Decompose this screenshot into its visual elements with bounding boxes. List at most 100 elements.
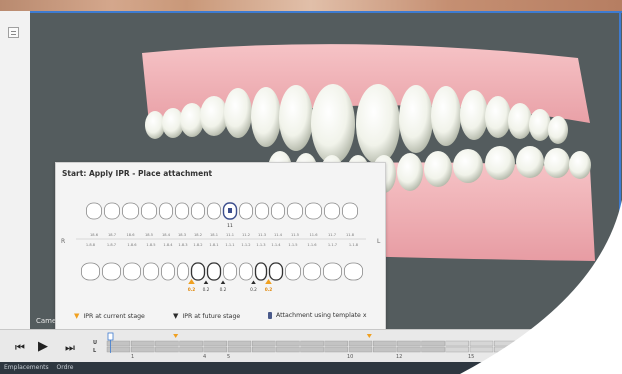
upper-tooth-outline xyxy=(255,202,269,220)
lower-tooth-outline xyxy=(285,262,301,281)
tick-label: 4 xyxy=(203,354,207,360)
stage-cell xyxy=(300,346,324,353)
stage-cell xyxy=(397,346,421,353)
status-item-emplacements[interactable]: Emplacements xyxy=(4,364,49,371)
stage-cell xyxy=(276,346,300,353)
stage-cell xyxy=(130,346,155,353)
lower-tooth-code: 1.1.8 xyxy=(349,243,359,247)
tick-label: 1 xyxy=(131,354,135,360)
legend-current-label: IPR at current stage xyxy=(83,312,145,320)
upper-tooth-outline xyxy=(342,202,358,220)
lower-tooth-outline xyxy=(81,262,100,281)
camera-label: Came xyxy=(36,317,57,325)
upper-tooth-code: 18.3 xyxy=(178,233,186,237)
stage-cell xyxy=(251,346,276,353)
lower-tooth-code: 1.1.1 xyxy=(225,243,234,247)
panel-toggle-icon[interactable] xyxy=(8,27,19,38)
stage-cell xyxy=(421,346,445,353)
ipr-current-marker xyxy=(188,279,195,284)
top-image-strip xyxy=(0,0,622,11)
stage-cell xyxy=(130,340,155,347)
lower-tooth-code: 1.1.3 xyxy=(256,243,265,247)
stage-cell xyxy=(203,346,228,353)
stage-cell xyxy=(373,346,397,353)
lower-tooth-code: 1.8.2 xyxy=(193,243,202,247)
upper-tooth-outline xyxy=(86,202,102,220)
side-label-right: R xyxy=(61,238,65,245)
lower-tooth-code: 1.1.7 xyxy=(328,243,337,247)
stage-cell xyxy=(155,346,179,353)
stage-cell xyxy=(494,340,518,347)
legend-future-label: IPR at future stage xyxy=(182,312,241,320)
stage-cell xyxy=(276,340,300,347)
upper-tooth-code: 11.4 xyxy=(274,233,283,237)
lower-tooth-outline xyxy=(323,262,342,281)
ipr-stage-marker xyxy=(173,334,179,338)
upper-tooth-outline xyxy=(271,202,285,220)
left-tool-strip xyxy=(0,11,31,329)
upper-tooth-code: 18.5 xyxy=(145,233,153,237)
upper-tooth-outline xyxy=(104,202,120,220)
stage-timeline: ⏮ ▶ ⏭ U L 1 4 5 10 12 15 xyxy=(0,329,622,362)
upper-tooth-code: 11.7 xyxy=(328,233,336,237)
upper-tooth-outline xyxy=(122,202,139,220)
stage-cell xyxy=(518,346,542,353)
side-label-left: L xyxy=(377,238,381,245)
status-bar: Emplacements Ordre xyxy=(0,362,622,374)
ipr-current-marker xyxy=(265,279,272,284)
upper-tooth-outline xyxy=(191,202,205,220)
stage-cell xyxy=(397,340,421,347)
upper-tooth-outline xyxy=(175,202,189,220)
lower-tooth-outline xyxy=(268,262,284,281)
lower-tooth-outline xyxy=(303,262,321,281)
ipr-future-marker xyxy=(203,280,209,284)
lower-tooth-outline xyxy=(102,262,121,281)
legend-future: ▼ IPR at future stage xyxy=(173,312,240,320)
ipr-value-label: 0.2 xyxy=(250,287,257,293)
lower-tooth-code: 1.8.6 xyxy=(127,243,137,247)
upper-tooth-outline xyxy=(207,202,221,220)
stage-cell xyxy=(179,346,203,353)
upper-tooth-outline xyxy=(305,202,322,220)
highlighted-tooth-label: 11 xyxy=(227,223,233,229)
stage-cell xyxy=(445,346,469,353)
upper-tooth-outline xyxy=(287,202,303,220)
upper-tooth-code: 11.1 xyxy=(226,233,234,237)
ipr-future-icon: ▼ xyxy=(173,312,179,320)
stage-cell xyxy=(445,340,469,347)
tick-label: 15 xyxy=(468,354,475,360)
stage-cell xyxy=(324,340,348,347)
lower-tooth-code: 1.8.4 xyxy=(163,243,173,247)
lower-tooth-outline xyxy=(344,262,363,281)
stage-cell xyxy=(251,340,276,347)
timeline-track[interactable] xyxy=(0,330,622,363)
lower-tooth-outline xyxy=(190,262,206,281)
lower-tooth-outline xyxy=(254,262,268,281)
upper-tooth-code: 11.2 xyxy=(242,233,250,237)
ipr-value-label: 0.2 xyxy=(188,287,196,293)
stage-cell xyxy=(469,346,494,353)
status-item-ordre[interactable]: Ordre xyxy=(57,364,74,371)
lower-tooth-outline xyxy=(206,262,222,281)
lower-tooth-code: 1.1.6 xyxy=(307,243,317,247)
lower-tooth-outline xyxy=(223,262,237,281)
lower-tooth-code: 1.8.3 xyxy=(178,243,187,247)
lower-tooth-code: 1.8.5 xyxy=(146,243,155,247)
upper-tooth-outline xyxy=(141,202,157,220)
lower-tooth-code: 1.8.1 xyxy=(209,243,218,247)
playhead-handle xyxy=(107,332,114,341)
upper-tooth-outline xyxy=(159,202,173,220)
upper-tooth-code: 18.4 xyxy=(162,233,171,237)
stage-cell xyxy=(494,346,518,353)
stage-cell xyxy=(469,340,494,347)
tick-label: 5 xyxy=(227,354,231,360)
ipr-future-marker xyxy=(251,280,256,284)
tooth-chart: 11 18.6 18.7 18.6 18.5 18.4 18.3 18.2 18.1 11.1 11… xyxy=(61,202,381,293)
upper-tooth-code: 11.8 xyxy=(346,233,355,237)
stage-cell xyxy=(348,340,373,347)
ipr-value-label: 0.2 xyxy=(203,287,210,293)
upper-tooth-code: 18.1 xyxy=(210,233,218,237)
stage-cell xyxy=(373,340,397,347)
stage-cell xyxy=(155,340,179,347)
ipr-attachment-panel: Start: Apply IPR - Place attachment 11 18… xyxy=(55,162,386,332)
